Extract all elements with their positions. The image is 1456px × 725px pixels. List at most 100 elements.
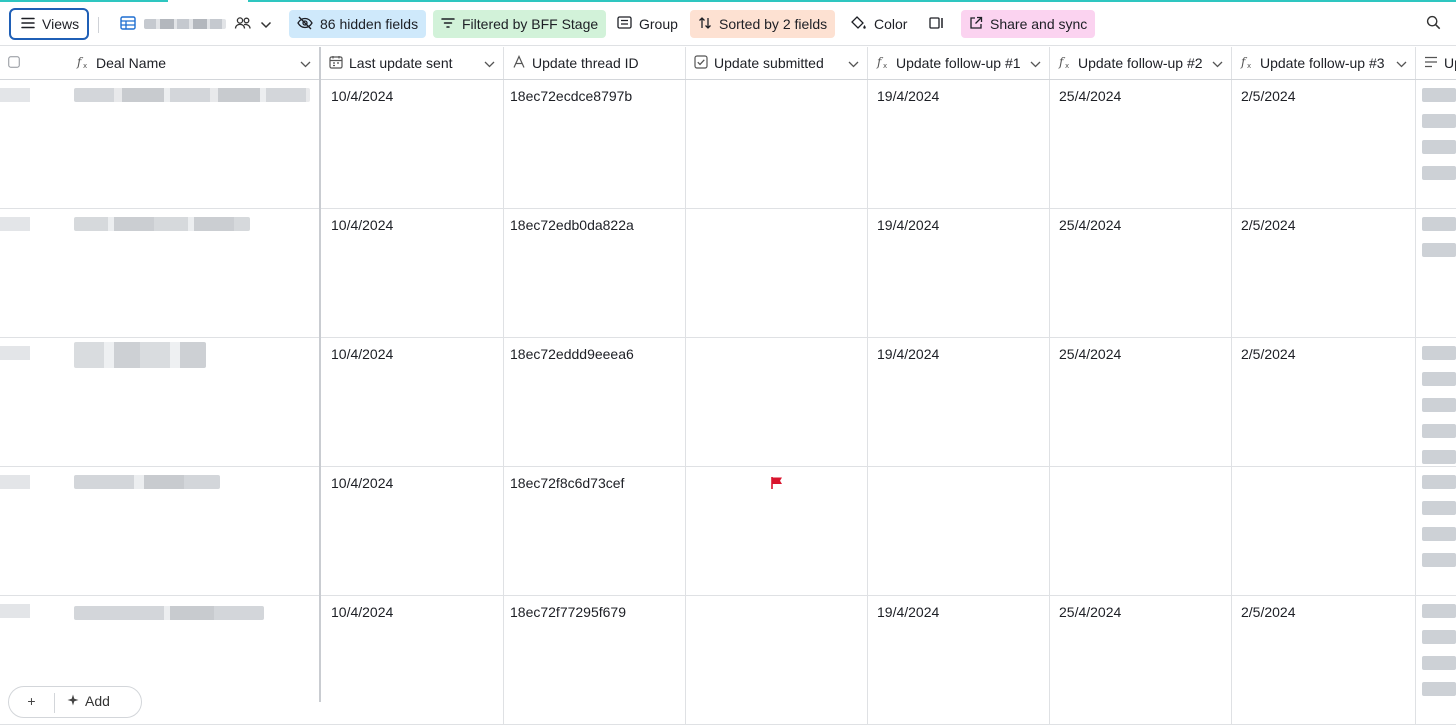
calendar-icon	[329, 55, 343, 72]
group-label: Group	[639, 16, 678, 32]
update-submitted-cell[interactable]	[686, 338, 868, 466]
filter-button[interactable]: Filtered by BFF Stage	[433, 10, 607, 38]
chevron-down-icon[interactable]	[300, 55, 311, 71]
thread-id-cell[interactable]: 18ec72f8c6d73cef	[504, 467, 686, 595]
formula-icon: fx	[1240, 55, 1254, 72]
search-button[interactable]	[1418, 10, 1449, 38]
follow-up-2-cell[interactable]: 25/4/2024	[1050, 209, 1232, 337]
column-header-deal-name[interactable]: fx Deal Name	[68, 47, 319, 79]
sort-label: Sorted by 2 fields	[719, 16, 828, 32]
truncated-cell[interactable]	[1416, 209, 1456, 337]
chevron-down-icon[interactable]	[1030, 55, 1041, 71]
add-record-button[interactable]: +	[9, 693, 55, 713]
truncated-cell[interactable]	[1416, 338, 1456, 466]
sparkle-icon	[67, 693, 79, 709]
chevron-down-icon[interactable]	[1212, 55, 1223, 71]
truncated-cell[interactable]	[1416, 596, 1456, 724]
follow-up-1-cell[interactable]: 19/4/2024	[868, 338, 1050, 466]
table-row[interactable]: 10/4/2024 18ec72ecdce8797b 19/4/2024 25/…	[0, 80, 1456, 209]
update-submitted-cell[interactable]	[686, 467, 868, 595]
svg-text:x: x	[83, 62, 87, 69]
chevron-down-icon[interactable]	[1396, 55, 1407, 71]
color-button[interactable]: Color	[843, 10, 915, 38]
table-row[interactable]: 10/4/2024 18ec72eddd9eeea6 19/4/2024 25/…	[0, 338, 1456, 467]
views-button[interactable]: Views	[9, 8, 89, 40]
row-number-redacted	[0, 604, 30, 618]
row-height-icon	[929, 16, 945, 33]
last-update-sent-cell[interactable]: 10/4/2024	[321, 209, 504, 337]
sort-button[interactable]: Sorted by 2 fields	[690, 10, 836, 38]
follow-up-3-cell[interactable]: 2/5/2024	[1232, 209, 1416, 337]
follow-up-3-cell[interactable]: 2/5/2024	[1232, 338, 1416, 466]
view-name-redacted	[144, 19, 226, 29]
deal-name-cell[interactable]	[0, 467, 319, 595]
select-all-checkbox[interactable]	[8, 55, 20, 71]
redacted-text	[1422, 656, 1456, 670]
redacted-text	[1422, 398, 1456, 412]
last-update-sent-cell[interactable]: 10/4/2024	[321, 596, 504, 724]
long-text-icon	[1424, 55, 1438, 71]
chevron-down-icon[interactable]	[848, 55, 859, 71]
column-header-label: Last update sent	[349, 55, 453, 71]
thread-id-cell[interactable]: 18ec72eddd9eeea6	[504, 338, 686, 466]
row-height-button[interactable]	[921, 10, 953, 38]
update-submitted-cell[interactable]	[686, 80, 868, 208]
grid-view-icon	[120, 15, 136, 33]
redacted-text	[1422, 243, 1456, 257]
column-header-label: Update submitted	[714, 55, 824, 71]
last-update-sent-cell[interactable]: 10/4/2024	[321, 467, 504, 595]
column-header-follow-up-1[interactable]: fx Update follow-up #1	[868, 47, 1050, 79]
last-update-sent-cell[interactable]: 10/4/2024	[321, 338, 504, 466]
frozen-column-divider[interactable]	[319, 47, 321, 702]
add-record-bar: + Add	[8, 686, 142, 718]
column-header-follow-up-3[interactable]: fx Update follow-up #3	[1232, 47, 1416, 79]
flag-icon[interactable]	[770, 476, 784, 493]
follow-up-3-cell[interactable]	[1232, 467, 1416, 595]
group-icon	[617, 16, 632, 32]
column-header-follow-up-2[interactable]: fx Update follow-up #2	[1050, 47, 1232, 79]
text-icon	[512, 54, 526, 72]
thread-id-cell[interactable]: 18ec72f77295f679	[504, 596, 686, 724]
column-header-label: Deal Name	[96, 55, 167, 71]
follow-up-2-cell[interactable]: 25/4/2024	[1050, 80, 1232, 208]
share-and-sync-button[interactable]: Share and sync	[961, 10, 1096, 38]
hidden-fields-button[interactable]: 86 hidden fields	[289, 10, 427, 38]
follow-up-1-cell[interactable]: 19/4/2024	[868, 596, 1050, 724]
checkbox-icon	[694, 54, 708, 72]
deal-name-cell[interactable]	[0, 338, 319, 466]
column-header-update-thread-id[interactable]: Update thread ID	[504, 47, 686, 79]
redacted-text	[1422, 450, 1456, 464]
column-header-truncated[interactable]: Up	[1416, 47, 1456, 79]
add-menu-button[interactable]: Add	[55, 693, 110, 709]
table-row[interactable]: 10/4/2024 18ec72f8c6d73cef	[0, 467, 1456, 596]
view-switcher[interactable]	[112, 10, 280, 38]
follow-up-3-cell[interactable]: 2/5/2024	[1232, 596, 1416, 724]
select-all-cell[interactable]	[0, 47, 68, 79]
follow-up-1-cell[interactable]: 19/4/2024	[868, 209, 1050, 337]
follow-up-1-cell[interactable]: 19/4/2024	[868, 80, 1050, 208]
chevron-down-icon[interactable]	[484, 55, 495, 71]
follow-up-2-cell[interactable]	[1050, 467, 1232, 595]
follow-up-2-cell[interactable]: 25/4/2024	[1050, 596, 1232, 724]
table-row[interactable]: 10/4/2024 18ec72f77295f679 19/4/2024 25/…	[0, 596, 1456, 725]
column-header-update-submitted[interactable]: Update submitted	[686, 47, 868, 79]
thread-id-cell[interactable]: 18ec72edb0da822a	[504, 209, 686, 337]
truncated-cell[interactable]	[1416, 80, 1456, 208]
follow-up-2-cell[interactable]: 25/4/2024	[1050, 338, 1232, 466]
follow-up-1-cell[interactable]	[868, 467, 1050, 595]
redacted-text	[1422, 424, 1456, 438]
column-header-last-update-sent[interactable]: Last update sent	[321, 47, 504, 79]
redacted-text	[1422, 140, 1456, 154]
deal-name-cell[interactable]	[0, 209, 319, 337]
chevron-down-icon	[260, 16, 272, 32]
table-row[interactable]: 10/4/2024 18ec72edb0da822a 19/4/2024 25/…	[0, 209, 1456, 338]
update-submitted-cell[interactable]	[686, 209, 868, 337]
thread-id-cell[interactable]: 18ec72ecdce8797b	[504, 80, 686, 208]
follow-up-3-cell[interactable]: 2/5/2024	[1232, 80, 1416, 208]
update-submitted-cell[interactable]	[686, 596, 868, 724]
truncated-cell[interactable]	[1416, 467, 1456, 595]
group-button[interactable]: Group	[609, 10, 686, 38]
last-update-sent-cell[interactable]: 10/4/2024	[321, 80, 504, 208]
redacted-text	[1422, 501, 1456, 515]
deal-name-cell[interactable]	[0, 80, 319, 208]
